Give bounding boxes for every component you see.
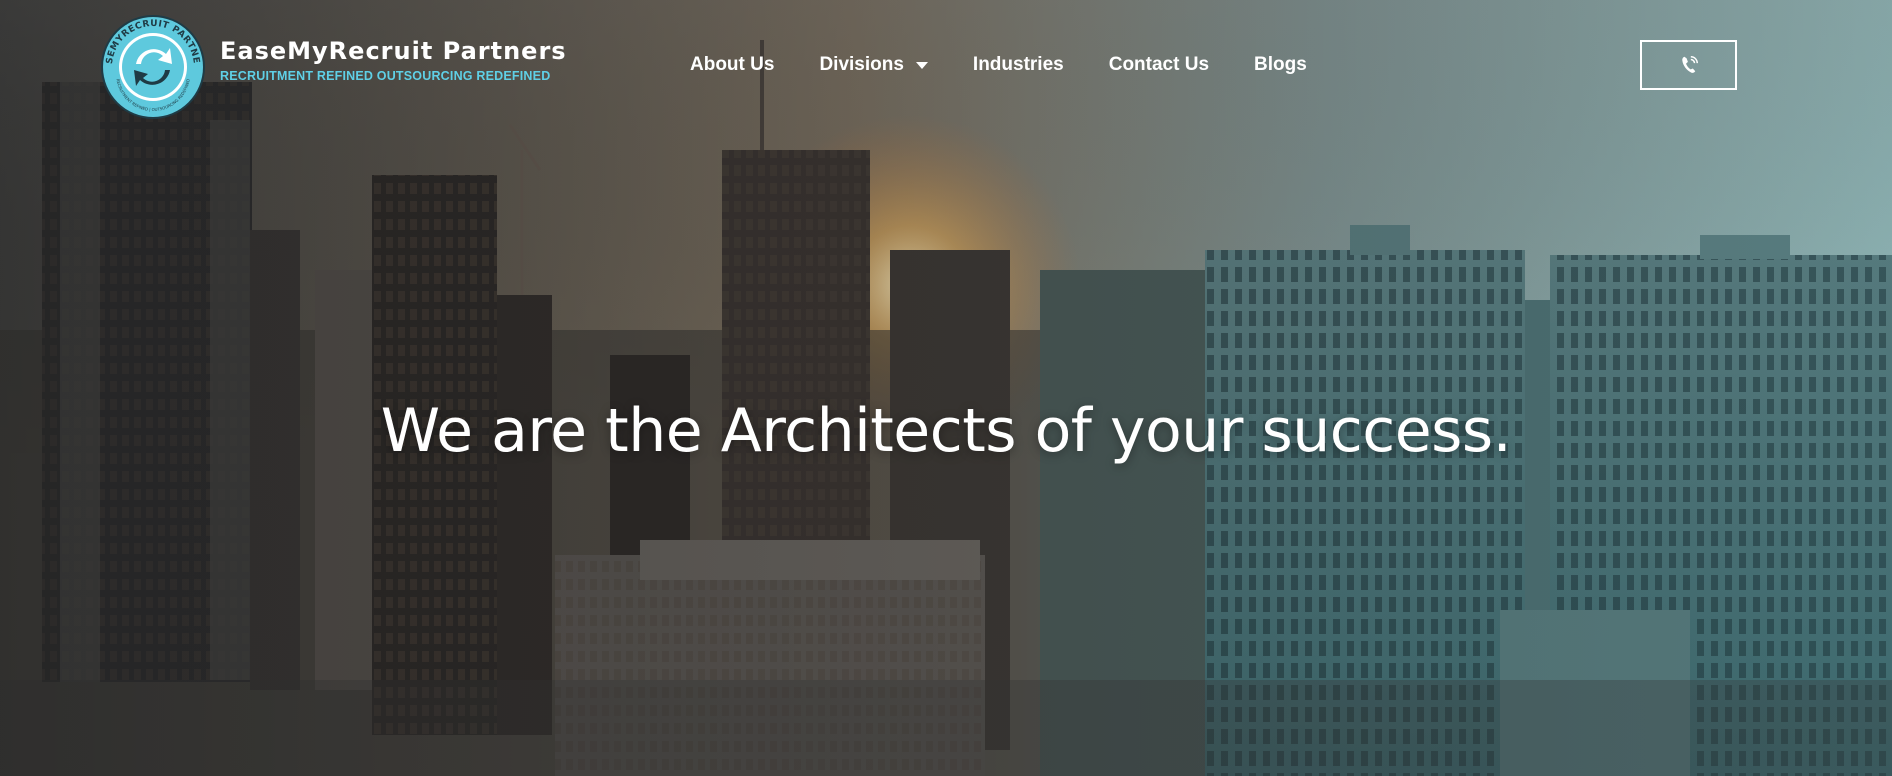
brand-name: EaseMyRecruit Partners (220, 37, 567, 65)
main-nav: About Us Divisions Industries Contact Us… (690, 54, 1352, 76)
chevron-down-icon (915, 61, 928, 69)
call-button[interactable] (1640, 40, 1737, 90)
nav-contact-us[interactable]: Contact Us (1109, 54, 1209, 76)
nav-blogs[interactable]: Blogs (1254, 54, 1307, 76)
nav-about-us[interactable]: About Us (690, 54, 774, 76)
site-logo[interactable]: EASEMYRECRUIT PARTNERS RECRUITMENT REFIN… (100, 14, 567, 120)
phone-ringing-icon (1681, 56, 1698, 73)
brand-tagline: RECRUITMENT REFINED OUTSOURCING REDEFINE… (220, 69, 551, 83)
logo-badge-icon: EASEMYRECRUIT PARTNERS RECRUITMENT REFIN… (100, 14, 205, 119)
nav-industries[interactable]: Industries (973, 54, 1064, 76)
hero-headline: We are the Architects of your success. (380, 396, 1512, 466)
nav-divisions[interactable]: Divisions (819, 54, 928, 76)
